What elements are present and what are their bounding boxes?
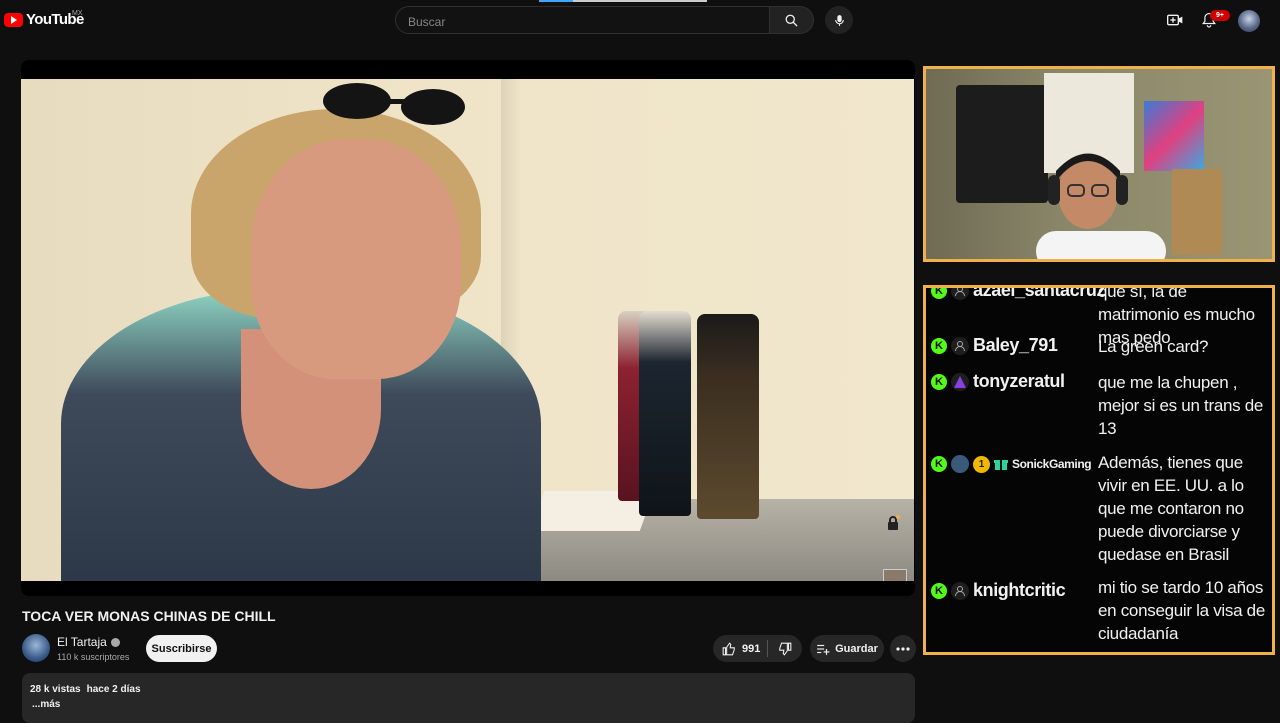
notification-badge: 9+ [1210,10,1230,21]
page-load-progress [539,0,707,2]
kick-badge-icon: K [931,337,947,354]
playlist-add-icon [817,644,830,655]
user-avatar-icon [951,455,969,473]
subscriber-badge: 1 [973,455,990,473]
show-more-link[interactable]: ...más [32,699,60,710]
channel-avatar[interactable] [22,634,50,662]
like-count: 991 [742,642,761,655]
chat-username: knightcritic [973,580,1066,600]
chat-username: azael_santacruz [973,285,1106,300]
chat-text: mi tio se tardo 10 años en conseguir la … [1098,578,1265,643]
chat-username: tonyzeratul [973,371,1065,391]
lock-icon[interactable] [885,515,901,531]
person-face [251,139,461,379]
video-player[interactable] [21,60,915,596]
verified-icon [110,637,120,647]
video-title: TOCA VER MONAS CHINAS DE CHILL [22,608,276,624]
bottle-brown [697,314,759,519]
view-info: 28 k vistas hace 2 días [30,684,147,695]
youtube-play-icon [4,12,23,27]
publish-date: hace 2 días [86,684,141,695]
search-box[interactable] [395,6,770,34]
description-box[interactable]: 28 k vistas hace 2 días ...más [22,673,915,723]
bottle-dark [639,311,691,516]
region-label: MX [72,10,83,17]
thumbs-down-icon [779,642,792,656]
sunglasses [323,83,465,125]
chat-overlay: K azael_santacruz que sí, la de matrimon… [923,285,1275,655]
like-dislike-group: 991 [713,635,802,662]
video-frame [21,79,914,581]
account-avatar[interactable] [1238,10,1260,32]
search-icon [785,14,798,27]
gift-icon [994,460,1008,470]
top-bar: YouTube MX 9+ [0,0,1280,42]
streamer [1036,153,1166,259]
chat-text: Además, tienes que vivir en EE. UU. a lo… [1098,453,1244,564]
microphone-icon [834,14,844,26]
save-label: Guardar [835,642,878,655]
chat-text: que me la chupen , mejor si es un trans … [1098,373,1264,438]
create-video-icon [1167,14,1183,26]
chat-text: La green card? [1098,337,1209,356]
more-horizontal-icon [896,646,910,651]
kick-badge-icon: K [931,373,947,390]
kick-badge-icon: K [931,288,947,299]
subscriber-count: 110 k suscriptores [57,652,130,662]
view-count: 28 k vistas [30,684,81,695]
user-icon [951,581,969,600]
kick-badge-icon: K [931,582,947,599]
chat-username: SonickGaming [1012,457,1092,471]
chat-username: Baley_791 [973,335,1058,355]
webcam-overlay [923,66,1275,262]
channel-watermark[interactable] [883,569,907,581]
youtube-logo[interactable]: YouTube MX [4,10,84,28]
dislike-button[interactable] [768,635,802,662]
user-icon [951,336,969,355]
thumbs-up-icon [722,641,735,655]
user-icon [951,288,969,300]
like-button[interactable]: 991 [713,635,767,662]
search-button[interactable] [770,6,814,34]
voice-search-button[interactable] [825,6,853,34]
channel-name-row[interactable]: El Tartaja [57,635,120,649]
cat-tree [1172,169,1222,255]
purple-triangle-icon [951,372,969,391]
save-button[interactable]: Guardar [810,635,884,662]
search-input[interactable] [406,12,750,32]
subscribe-button[interactable]: Suscribirse [146,635,217,662]
kick-badge-icon: K [931,456,947,472]
channel-name[interactable]: El Tartaja [57,635,107,649]
create-button[interactable] [1165,10,1185,30]
more-actions-button[interactable] [890,635,916,662]
